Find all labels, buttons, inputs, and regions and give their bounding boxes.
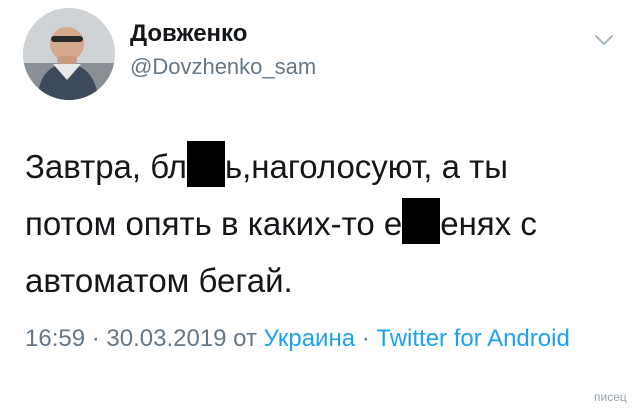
tweet-text-fragment: енях с [440,205,537,242]
tweet-line: автоматом бегай. [25,252,615,309]
censor-block [186,141,225,187]
tweet-date[interactable]: 30.03.2019 [106,325,226,352]
avatar[interactable] [23,8,115,100]
location-link[interactable]: Украина [264,325,355,352]
profile-photo [23,8,115,100]
censor-block [402,198,441,244]
watermark: писец [594,390,627,404]
source-link[interactable]: Twitter for Android [376,325,569,352]
tweet-text-fragment: потом опять в каких-то е [25,205,403,242]
tweet-line: потом опять в каких-то е енях с [25,195,615,252]
separator: · [85,325,107,352]
chevron-down-icon[interactable] [592,30,616,50]
tweet-time[interactable]: 16:59 [25,325,85,352]
tweet-text-fragment: автоматом бегай. [25,262,293,299]
tweet-meta: 16:59 · 30.03.2019 от Украина · Twitter … [25,320,615,358]
author-name[interactable]: Довженко [130,20,247,48]
separator: · [355,325,377,352]
from-label: от [226,325,264,352]
tweet-text-fragment: Завтра, бл [25,148,187,185]
tweet-line: Завтра, бл ь,наголосуют, а ты [25,138,615,195]
author-handle[interactable]: @Dovzhenko_sam [130,54,316,80]
tweet-text-fragment: ь,наголосуют, а ты [224,148,508,185]
tweet-text: Завтра, бл ь,наголосуют, а ты потом опять… [25,138,615,309]
